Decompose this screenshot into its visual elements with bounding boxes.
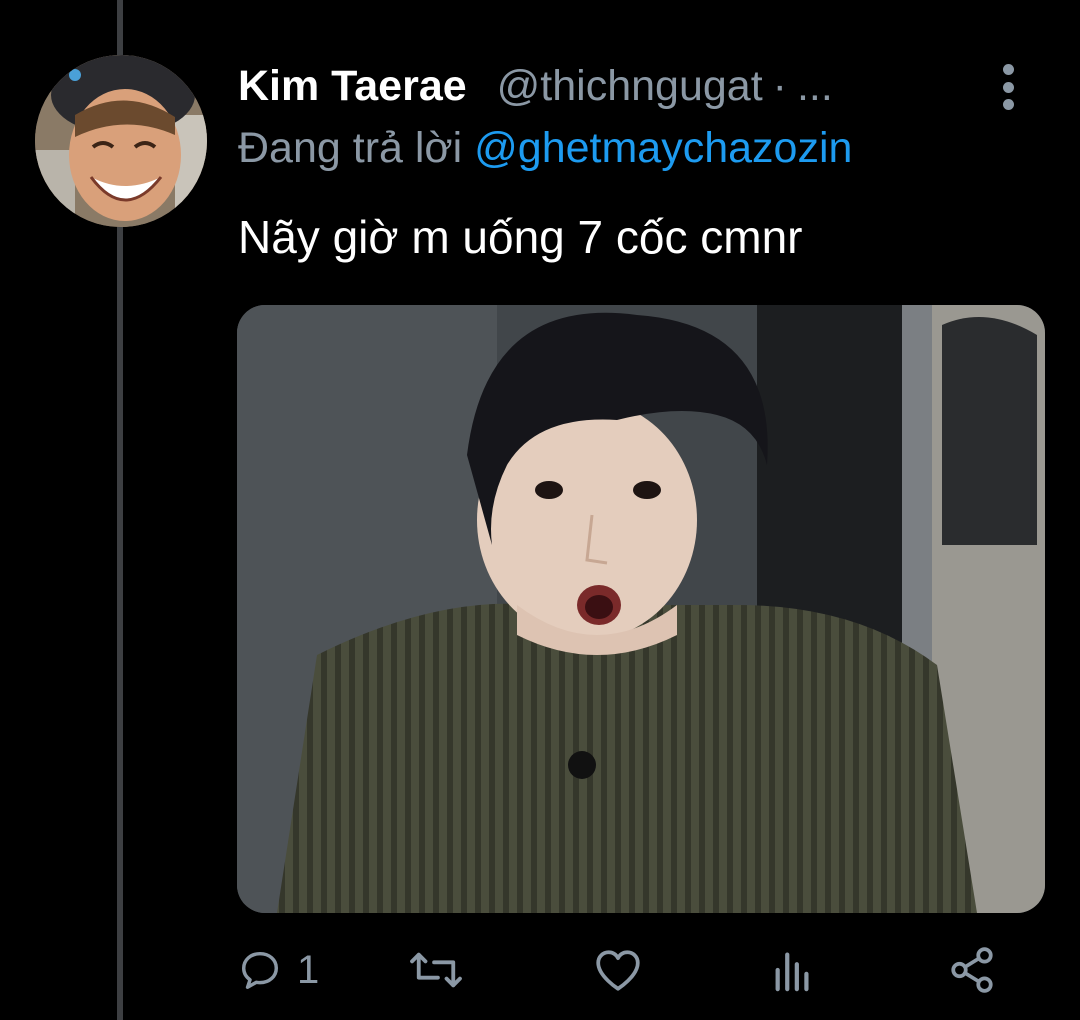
replying-to-label: Đang trả lời	[238, 124, 463, 172]
truncation-ellipsis: ...	[796, 62, 833, 110]
reply-icon	[241, 951, 279, 989]
more-options-icon[interactable]	[990, 64, 1026, 110]
display-name[interactable]: Kim Taerae	[238, 62, 467, 111]
analytics-button[interactable]	[771, 940, 815, 1000]
avatar[interactable]	[35, 55, 207, 227]
avatar-image	[35, 55, 207, 227]
reply-count: 1	[297, 947, 320, 992]
replying-to: Đang trả lời @ghetmaychazozin	[238, 124, 852, 173]
more-dot	[1002, 64, 1014, 75]
user-handle[interactable]: @thichngugat	[497, 62, 763, 111]
more-dot	[1002, 99, 1014, 110]
tweet-header: Kim Taerae @thichngugat · ...	[238, 62, 990, 118]
retweet-icon	[410, 952, 462, 988]
tweet-text: Nãy giờ m uống 7 cốc cmnr	[238, 211, 803, 263]
share-icon	[951, 947, 993, 993]
retweet-button[interactable]	[409, 940, 463, 1000]
media-image	[237, 305, 1045, 913]
reply-target-link[interactable]: @ghetmaychazozin	[474, 124, 852, 172]
tweet-media[interactable]	[237, 305, 1045, 913]
analytics-icon	[775, 952, 809, 992]
heart-icon	[596, 950, 640, 991]
reply-button[interactable]: 1	[237, 940, 319, 1000]
share-button[interactable]	[947, 940, 997, 1000]
more-dot	[1002, 81, 1014, 93]
like-button[interactable]	[593, 940, 643, 1000]
separator-dot: ·	[772, 62, 787, 110]
tweet-actions: 1	[237, 940, 1007, 1000]
